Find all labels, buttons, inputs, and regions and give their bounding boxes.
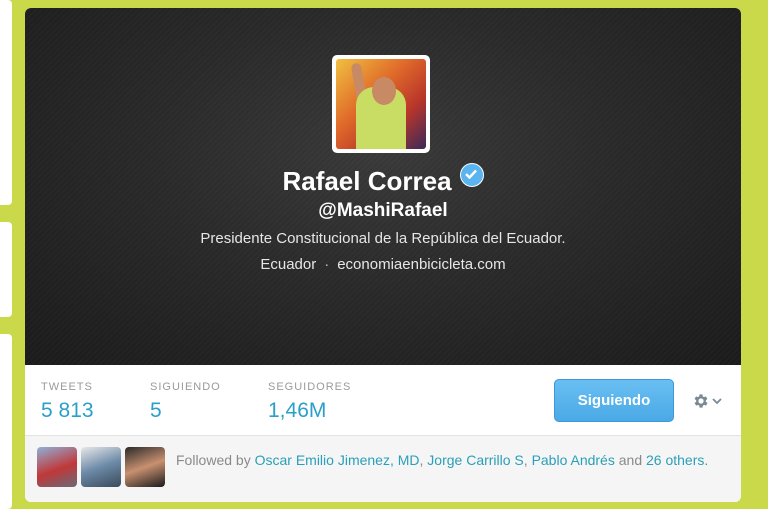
profile-website-link[interactable]: economiaenbicicleta.com [337,256,505,273]
profile-stats-bar: TWEETS 5 813 SIGUIENDO 5 SEGUIDORES 1,46… [25,365,741,436]
stat-label: SIGUIENDO [150,381,221,393]
profile-avatar[interactable] [332,55,430,153]
stat-label: SEGUIDORES [268,381,352,393]
stat-followers[interactable]: SEGUIDORES 1,46M [268,381,351,423]
profile-name-row: Rafael Correa [25,163,741,197]
stat-following[interactable]: SIGUIENDO 5 [150,381,221,423]
chevron-down-icon [712,398,722,405]
follower-avatars [37,447,165,487]
follower-avatar[interactable] [125,447,165,487]
profile-name[interactable]: Rafael Correa [282,166,451,196]
followed-by-section: Followed by Oscar Emilio Jimenez, MD, Jo… [25,436,741,502]
profile-meta: Ecuador · economiaenbicicleta.com [25,256,741,273]
follower-avatar[interactable] [37,447,77,487]
stat-value: 5 [150,399,162,422]
meta-separator: · [324,256,330,273]
following-button[interactable]: Siguiendo [554,379,674,422]
follower-link[interactable]: Jorge Carrillo S [427,452,523,468]
follower-link[interactable]: Oscar Emilio Jimenez, MD [255,452,420,468]
stat-value: 1,46M [268,399,327,422]
left-panel-top [0,0,12,205]
follower-avatar[interactable] [81,447,121,487]
stat-tweets[interactable]: TWEETS 5 813 [41,381,94,423]
stat-label: TWEETS [41,381,93,393]
avatar-photo [336,59,426,149]
user-actions-dropdown[interactable] [687,387,727,415]
profile-bio: Presidente Constitucional de la Repúblic… [200,230,566,247]
follower-link[interactable]: Pablo Andrés [532,452,615,468]
followed-by-prefix: Followed by [176,452,251,468]
profile-card: Rafael Correa @MashiRafael Presidente Co… [25,8,741,502]
stat-value: 5 813 [41,399,94,422]
left-panel-bottom [0,334,12,509]
verified-badge-icon [459,163,484,187]
profile-header: Rafael Correa @MashiRafael Presidente Co… [25,8,741,365]
and-text: and [618,452,643,468]
followed-by-text: Followed by Oscar Emilio Jimenez, MD, Jo… [176,452,709,468]
others-link[interactable]: 26 others. [646,452,708,468]
left-panel-middle [0,222,12,317]
gear-icon [694,394,708,408]
profile-location: Ecuador [260,256,317,273]
profile-handle: @MashiRafael [318,200,448,221]
